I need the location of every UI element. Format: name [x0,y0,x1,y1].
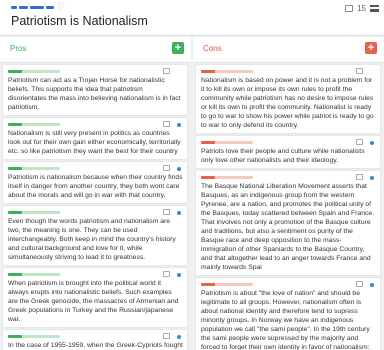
comment-icon[interactable] [163,68,170,74]
pros-header: Pros + [0,37,191,63]
pros-claim-card[interactable]: Nationalism is still very present in pol… [3,118,187,159]
pros-claim-card[interactable]: Patriotism is nationalism because when t… [3,162,187,203]
claim-meta [201,68,376,76]
claim-text: Patriots love their people and culture w… [201,148,365,164]
impact-bar [8,273,60,276]
pros-list: Patriotism can act as a Trojan Horse for… [0,63,191,350]
claim-meta [8,209,183,217]
claim-meta [8,271,183,279]
comment-icon[interactable] [356,174,363,180]
unread-dot-icon [370,176,374,180]
heart-icon[interactable]: ♡ [57,1,65,12]
cons-claim-card[interactable]: Patriots love their people and culture w… [196,136,380,168]
impact-bar [8,211,60,214]
comment-icon[interactable] [345,5,354,12]
pros-claim-card[interactable]: In the case of 1955-1959, when the Greek… [3,330,187,350]
comment-icon[interactable] [356,281,363,287]
claim-meta [8,68,183,76]
claim-meta [8,165,183,173]
comment-icon[interactable] [163,333,170,339]
cons-list: Nationalism is based on power and it is … [193,63,384,350]
claim-text: Nationalism is based on power and it is … [201,77,374,129]
cons-claim-card[interactable]: Nationalism is based on power and it is … [196,65,380,133]
impact-bar [8,167,60,170]
claim-text: Nationalism is still very present in pol… [8,130,181,155]
pros-claim-card[interactable]: When patriotism is brought into the poli… [3,268,187,327]
impact-bar [201,70,253,73]
claim-text: When patriotism is brought into the poli… [8,280,179,323]
menu-icon[interactable] [370,5,379,12]
claim-text: Patriotism can act as a Trojan Horse for… [8,77,181,111]
unread-dot-icon [177,211,181,215]
comment-icon[interactable] [356,68,363,74]
unread-dot-icon [177,123,181,127]
topic-header: ♡ Patriotism is Nationalism 15 [0,0,384,36]
impact-bar [201,176,253,179]
claim-meta [201,281,376,289]
claim-text: The Basque National Liberation Movement … [201,183,375,271]
unread-dot-icon [370,141,374,145]
impact-bar [8,335,60,338]
unread-dot-icon [177,335,181,339]
impact-bar [8,123,60,126]
claim-text: Patriotism is about "the love of nation"… [201,290,370,350]
progress-indicator [11,6,54,9]
unread-dot-icon [370,283,374,287]
claim-text: Even though the words patriotism and nat… [8,218,176,261]
claim-meta [8,121,183,129]
add-pro-button[interactable]: + [172,42,184,54]
cons-claim-card[interactable]: The Basque National Liberation Movement … [196,171,380,275]
unread-dot-icon [177,167,181,171]
unread-dot-icon [177,273,181,277]
pros-label: Pros [10,44,27,53]
comment-icon[interactable] [163,271,170,277]
impact-bar [201,141,253,144]
cons-claim-card[interactable]: Patriotism is about "the love of nation"… [196,278,380,350]
comment-icon[interactable] [163,121,170,127]
cons-label: Cons [203,44,222,53]
pros-column: Pros + Patriotism can act as a Trojan Ho… [0,37,191,350]
claim-text: In the case of 1955-1959, when the Greek… [8,342,183,349]
page-title: Patriotism is Nationalism [11,14,148,28]
claim-text: Patriotism is nationalism because when t… [8,174,183,199]
comment-icon[interactable] [163,209,170,215]
add-con-button[interactable]: + [365,42,377,54]
impact-bar [201,283,253,286]
claim-meta [8,333,183,341]
pros-claim-card[interactable]: Even though the words patriotism and nat… [3,206,187,265]
header-actions: 15 [345,4,379,13]
cons-column: Cons + Nationalism is based on power and… [193,37,384,350]
comment-icon[interactable] [356,139,363,145]
comment-icon[interactable] [163,165,170,171]
impact-bar [8,70,60,73]
claim-meta [201,174,376,182]
claim-meta [201,139,376,147]
pros-claim-card[interactable]: Patriotism can act as a Trojan Horse for… [3,65,187,115]
cons-header: Cons + [193,37,384,63]
comment-count: 15 [357,4,366,13]
